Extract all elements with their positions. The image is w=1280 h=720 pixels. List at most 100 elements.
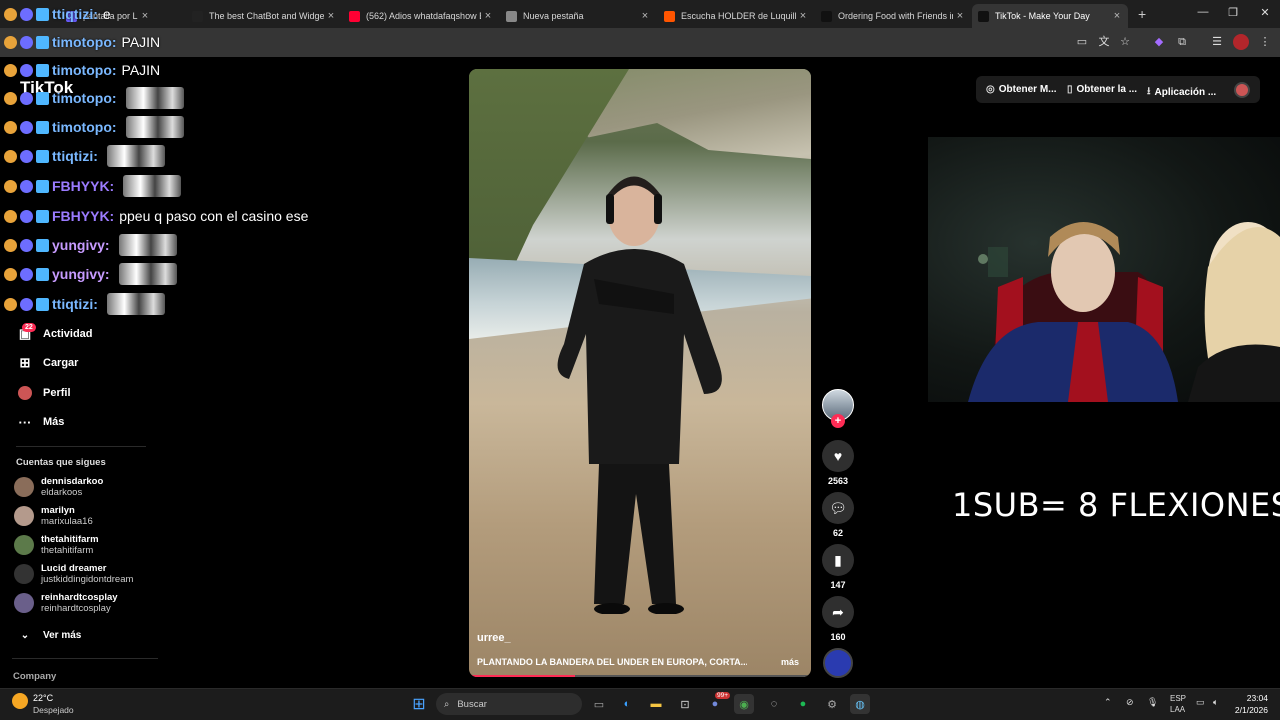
webcam-scene [968,222,1280,402]
tray-chevron-icon[interactable]: ⌃ [1104,697,1112,708]
task-view-icon[interactable]: ▭ [589,694,609,714]
share-arrow-icon: ➦ [832,603,844,620]
browser-tab[interactable]: Nueva pestaña × [500,4,656,28]
badge-icon [36,91,49,105]
desktop-app-button[interactable]: ⭳ Aplicación ... [1147,84,1216,101]
close-window-icon[interactable]: ✕ [1250,6,1280,19]
following-name: marilyn [41,505,75,516]
chat-message: FBHYYK: ppeu q paso con el casino ese [4,206,308,226]
nav-profile[interactable]: Perfil [16,384,71,402]
share-button[interactable]: ➦ [822,596,854,628]
get-app-button[interactable]: ▯ Obtener la ... [1067,84,1137,95]
bookmark-star-icon[interactable]: ☆ [1117,34,1133,50]
language-top[interactable]: ESP [1170,694,1186,703]
cast-icon[interactable]: ▭ [1074,34,1090,50]
badge-icon [20,120,33,134]
windows-start-icon[interactable]: ⊞ [409,694,429,714]
tab-favicon-icon [821,10,832,22]
following-name: reinhardtcosplay [41,592,118,603]
browser-tab[interactable]: Escucha HOLDER de Luquillov × [658,4,814,28]
following-item[interactable]: thetahitifarm thetahitifarm [14,534,99,556]
chrome-icon[interactable]: ◉ [734,694,754,714]
save-button[interactable]: ▮ [822,544,854,576]
following-item[interactable]: Lucid dreamer justkiddingidontdream [14,563,133,585]
chat-username: FBHYYK: [52,178,115,194]
tab-close-icon[interactable]: × [953,10,967,22]
share-count: 160 [830,632,846,642]
edge-icon[interactable]: ◐ [617,694,637,714]
following-item[interactable]: marilyn marixulaa16 [14,505,93,527]
following-item[interactable]: reinhardtcosplay reinhardtcosplay [14,592,118,614]
search-icon: ⌕ [444,698,450,710]
reading-list-icon[interactable]: ☰ [1209,34,1225,50]
browser-tab[interactable]: Ordering Food with Friends in × [815,4,971,28]
weather-sun-icon[interactable] [12,693,28,709]
badge-icon [36,149,49,163]
tab-close-icon[interactable]: × [138,10,152,22]
tab-favicon-icon [506,10,517,22]
video-player[interactable]: urree_ PLANTANDO LA BANDERA DEL UNDER EN… [469,69,811,677]
following-handle: marixulaa16 [41,516,93,527]
new-tab-button[interactable]: + [1138,6,1146,22]
nav-upload[interactable]: ⊞ Cargar [16,354,79,372]
weather-temp[interactable]: 22°C [33,693,53,703]
file-explorer-icon[interactable]: ▬ [646,694,666,714]
tab-close-icon[interactable]: × [638,10,652,22]
badge-icon [4,63,17,77]
caption-more-link[interactable]: más [781,657,799,667]
browser-tab[interactable]: (562) Adios whatdafaqshow Ep × [343,4,499,28]
clock-date: 2/1/2026 [1234,705,1268,715]
tab-close-icon[interactable]: × [324,10,338,22]
like-button[interactable]: ♥ [822,440,854,472]
translate-icon[interactable]: 文 [1096,34,1112,50]
badge-icon [20,91,33,105]
tray-network-off-icon[interactable]: ⊘ [1126,697,1134,708]
browser-tab[interactable]: TikTok - Make Your Day × [972,4,1128,28]
chat-username: FBHYYK: [52,208,115,224]
tab-close-icon[interactable]: × [1110,10,1124,22]
comment-button[interactable]: 💬︎ [822,492,854,524]
menu-dots-icon[interactable]: ⋮ [1257,34,1273,50]
profile-avatar[interactable] [1233,34,1249,50]
clock-time[interactable]: 23:04 [1234,693,1268,703]
bookmark-icon: ▮ [834,551,842,568]
chat-emote-icon [125,87,184,109]
extension-icon[interactable]: ◆ [1151,34,1167,50]
nav-more[interactable]: ··· Más [16,413,65,431]
tab-close-icon[interactable]: × [481,10,495,22]
volume-icon[interactable]: 🔈︎ [1213,697,1218,708]
badge-icon [4,238,17,252]
chat-text: PAJIN [121,34,161,50]
store-icon[interactable]: ⊡ [675,694,695,714]
save-count: 147 [830,580,846,590]
badge-icon [4,297,17,311]
extensions-puzzle-icon[interactable]: ⧉ [1174,34,1190,50]
get-coins-button[interactable]: ◎ Obtener M... [986,84,1057,95]
music-disc-icon[interactable] [823,648,853,678]
following-item[interactable]: dennisdarkoo eldarkoos [14,476,103,498]
monitor-icon[interactable]: ▭ [1196,697,1205,708]
company-link[interactable]: Company [13,671,56,682]
badge-icon [20,267,33,281]
tab-title: Escucha HOLDER de Luquillov [681,11,796,21]
video-username[interactable]: urree_ [477,632,511,644]
microphone-icon[interactable]: 🎙︎ [1147,697,1158,708]
restore-icon[interactable]: ❐ [1218,6,1248,19]
spotify-icon[interactable]: ● [793,694,813,714]
user-avatar[interactable] [1234,82,1250,98]
minimize-icon[interactable]: — [1188,6,1218,18]
see-more-button[interactable]: ⌄ Ver más [16,626,82,644]
chat-message: yungivy: [4,234,177,256]
settings-gear-icon[interactable]: ⚙ [822,694,842,714]
github-icon[interactable]: ◌ [764,694,784,714]
chat-message: timotopo: [4,116,184,138]
badge-icon [20,209,33,223]
tab-close-icon[interactable]: × [796,10,810,22]
steam-icon[interactable]: ◍ [850,694,870,714]
chat-emote-icon [125,116,184,138]
windows-taskbar [0,688,1280,720]
follow-plus-icon[interactable]: + [831,414,845,428]
taskbar-search[interactable]: ⌕ Buscar [436,693,582,715]
browser-tab[interactable]: The best ChatBot and Widgets × [186,4,342,28]
badge-icon [4,179,17,193]
